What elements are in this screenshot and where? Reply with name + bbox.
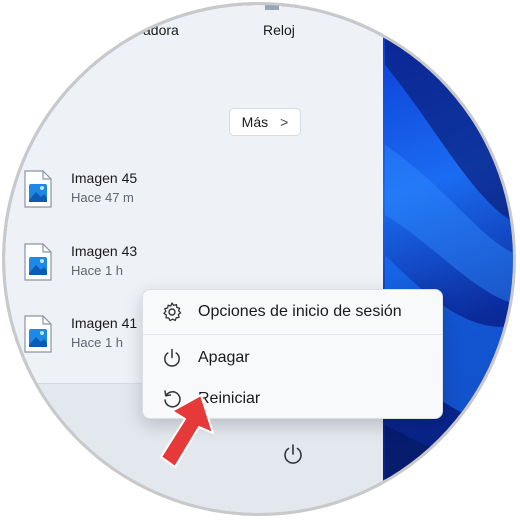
more-button[interactable]: Más > (229, 108, 301, 136)
pointer-arrow-icon (160, 394, 214, 468)
image-file-icon (24, 243, 52, 281)
power-icon (164, 348, 180, 367)
pinned-app-label-calculator[interactable]: adora (143, 22, 179, 38)
menu-item-label: Opciones de inicio de sesión (198, 303, 402, 320)
recent-item-title: Imagen 43 (71, 243, 138, 259)
menu-item-shutdown[interactable]: Apagar (143, 340, 442, 376)
recent-item-title: Imagen 45 (71, 170, 138, 186)
chevron-right-icon: > (280, 114, 289, 130)
recent-item[interactable]: Imagen 45 Hace 47 m (23, 170, 343, 218)
image-file-icon (24, 315, 52, 353)
power-icon[interactable] (281, 442, 305, 466)
menu-item-sign-in-options[interactable]: Opciones de inicio de sesión (143, 294, 442, 330)
more-button-label: Más (241, 114, 269, 130)
menu-item-label: Apagar (198, 349, 250, 366)
recent-item-time: Hace 47 m (71, 190, 134, 205)
pinned-app-label-clock[interactable]: Reloj (263, 22, 295, 38)
recent-item[interactable]: Imagen 43 Hace 1 h (23, 243, 343, 291)
screenshot-magnifier-circle: adora Reloj Más > Imagen 45 Hace 47 m Im… (2, 2, 516, 516)
menu-divider (143, 334, 442, 335)
recent-item-time: Hace 1 h (71, 335, 124, 350)
recent-item-title: Imagen 41 (71, 315, 138, 331)
clock-app-icon (265, 5, 279, 10)
recent-item-time: Hace 1 h (71, 263, 124, 278)
gear-icon (163, 302, 182, 322)
image-file-icon (24, 170, 52, 208)
